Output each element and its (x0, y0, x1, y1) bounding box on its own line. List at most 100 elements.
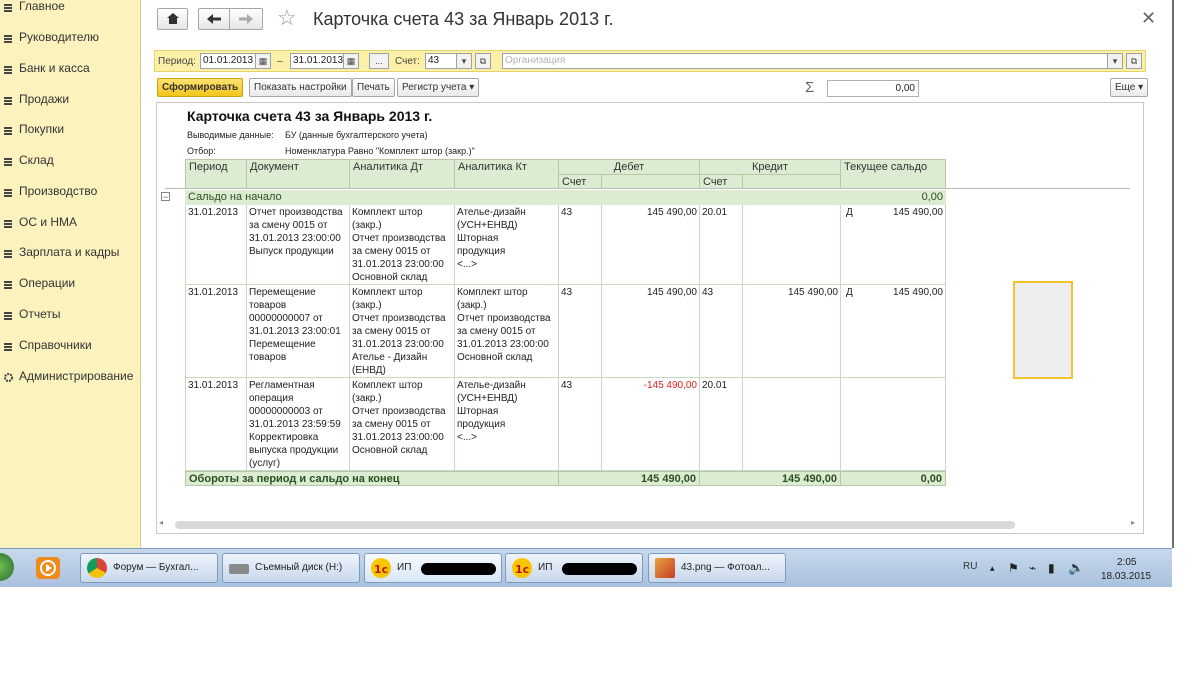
cell-account-kt: 20.01 (700, 378, 743, 471)
flag-icon[interactable]: ⚑ (1008, 561, 1019, 575)
menu-icon (4, 278, 12, 289)
home-button[interactable] (157, 8, 188, 30)
sidebar-item-warehouse[interactable]: Склад (0, 148, 140, 174)
chevron-down-icon: ▾ (469, 82, 475, 93)
sidebar-item-manager[interactable]: Руководителю (0, 25, 140, 51)
network-icon[interactable]: ▮ (1048, 561, 1055, 575)
opening-label: Сальдо на начало (188, 191, 282, 203)
period-select-button[interactable]: ... (369, 53, 389, 69)
sidebar-item-references[interactable]: Справочники (0, 333, 140, 359)
clock-time[interactable]: 2:05 (1117, 557, 1136, 568)
register-button[interactable]: Регистр учета ▾ (397, 78, 480, 97)
col-header-credit-sum (742, 174, 841, 189)
sidebar-item-bank[interactable]: Банк и касса (0, 56, 140, 82)
account-field[interactable]: 43 (425, 53, 457, 69)
organization-field[interactable]: Организация (502, 53, 1108, 69)
star-icon[interactable]: ☆ (277, 5, 297, 31)
language-indicator[interactable]: RU (963, 561, 977, 572)
start-button[interactable] (0, 553, 14, 581)
taskbar-item-photo[interactable]: 43.png — Фотоал... (648, 553, 786, 583)
taskbar-item-drive[interactable]: Съемный диск (H:) (222, 553, 360, 583)
taskbar-item-1c-b[interactable]: 1c ИП (505, 553, 643, 583)
cell-analytics-kt: Ателье-дизайн (УСН+ЕНВД) Шторная продукц… (455, 378, 559, 471)
calendar-icon[interactable]: ▦ (255, 53, 271, 69)
sum-icon: Σ (805, 79, 815, 96)
chevron-up-icon[interactable]: ▴ (990, 563, 995, 574)
sidebar-item-assets[interactable]: ОС и НМА (0, 210, 140, 236)
more-button[interactable]: Еще ▾ (1110, 78, 1149, 97)
drive-icon (229, 564, 249, 574)
more-label: Еще (1115, 82, 1136, 93)
sidebar-item-purchases[interactable]: Покупки (0, 117, 140, 143)
horizontal-scrollbar[interactable] (175, 521, 1015, 529)
sidebar-item-admin[interactable]: Администрирование (0, 364, 140, 390)
calendar-icon[interactable]: ▦ (343, 53, 359, 69)
print-button[interactable]: Печать (352, 78, 395, 97)
sum-field: 0,00 (827, 80, 919, 97)
report-sheet: Карточка счета 43 за Январь 2013 г. Выво… (156, 102, 1144, 534)
menu-icon (4, 309, 12, 320)
cell-analytics-dt: Комплект штор (закр.) Отчет производства… (350, 205, 455, 285)
cell-debit: 145 490,00 (602, 205, 700, 285)
volume-icon[interactable]: 🔈 (1068, 560, 1084, 576)
main-area: ☆ Карточка счета 43 за Январь 2013 г. ✕ … (141, 0, 1172, 548)
cell-analytics-kt: Комплект штор (закр.) Отчет производства… (455, 285, 559, 378)
cell-account-kt: 43 (700, 285, 743, 378)
arrow-right-icon (239, 14, 253, 27)
period-dash: – (277, 56, 283, 67)
cell-credit: 145 490,00 (743, 285, 841, 378)
totals-label: Обороты за период и сальдо на конец (185, 471, 559, 486)
taskbar-item-forum[interactable]: Форум — Бухгал... (80, 553, 218, 583)
open-icon[interactable]: ⧉ (1126, 53, 1142, 69)
generate-button[interactable]: Сформировать (157, 78, 244, 97)
cell-analytics-kt: Ателье-дизайн (УСН+ЕНВД) Шторная продукц… (455, 205, 559, 285)
forward-button[interactable] (229, 8, 263, 30)
sidebar-item-main[interactable]: Главное (0, 0, 140, 20)
opening-balance-row: Сальдо на начало 0,00 (185, 190, 946, 205)
cell-document[interactable]: Перемещение товаров 00000000007 от 31.01… (247, 285, 350, 378)
chevron-down-icon[interactable]: ▾ (1107, 53, 1123, 69)
usb-icon[interactable]: ⌁ (1029, 561, 1036, 575)
divider (165, 188, 1130, 189)
filter-value: Номенклатура Равно "Комплект штор (закр.… (285, 146, 475, 156)
date-from-field[interactable]: 01.01.2013 (200, 53, 257, 69)
params-bar: Период: 01.01.2013 ▦ – 31.01.2013 ▦ ... … (154, 50, 1146, 72)
svg-text:1c: 1c (515, 563, 529, 576)
show-settings-button[interactable]: Показать настройки (249, 78, 352, 97)
cell-document[interactable]: Отчет производства за смену 0015 от 31.0… (247, 205, 350, 285)
image-preview (1013, 281, 1073, 379)
col-header-analytics-kt: Аналитика Кт (454, 159, 559, 189)
date-to-field[interactable]: 31.01.2013 (290, 53, 345, 69)
sidebar-item-sales[interactable]: Продажи (0, 87, 140, 113)
account-label: Счет: (395, 56, 420, 67)
menu-icon (4, 217, 12, 228)
back-button[interactable] (198, 8, 230, 30)
col-header-debit-sum (601, 174, 700, 189)
menu-icon (4, 340, 12, 351)
output-label: Выводимые данные: (187, 130, 274, 140)
cell-document[interactable]: Регламентная операция 00000000003 от 31.… (247, 378, 350, 471)
taskbar-item-1c-a[interactable]: 1c ИП (364, 553, 502, 583)
scroll-right-arrow[interactable]: ▸ (1131, 518, 1135, 527)
cell-balance (841, 378, 946, 471)
col-header-debit: Дебет (558, 159, 700, 175)
period-label: Период: (158, 56, 196, 67)
sidebar: Главное Руководителю Банк и касса Продаж… (0, 0, 141, 548)
sidebar-item-salary[interactable]: Зарплата и кадры (0, 240, 140, 266)
open-icon[interactable]: ⧉ (475, 53, 491, 69)
media-player-icon[interactable] (36, 557, 60, 579)
sidebar-item-reports[interactable]: Отчеты (0, 302, 140, 328)
cell-credit (743, 205, 841, 285)
clock-date[interactable]: 18.03.2015 (1101, 571, 1151, 582)
photo-icon (655, 558, 675, 578)
sidebar-item-production[interactable]: Производство (0, 179, 140, 205)
cell-account-dt: 43 (559, 205, 602, 285)
menu-icon (4, 155, 12, 166)
chevron-down-icon[interactable]: ▾ (456, 53, 472, 69)
1c-icon: 1c (371, 558, 391, 578)
sidebar-item-operations[interactable]: Операции (0, 271, 140, 297)
cell-account-kt: 20.01 (700, 205, 743, 285)
collapse-icon[interactable]: − (161, 192, 170, 202)
scroll-left-arrow[interactable]: ◂ (159, 518, 163, 527)
close-icon[interactable]: ✕ (1141, 8, 1156, 29)
